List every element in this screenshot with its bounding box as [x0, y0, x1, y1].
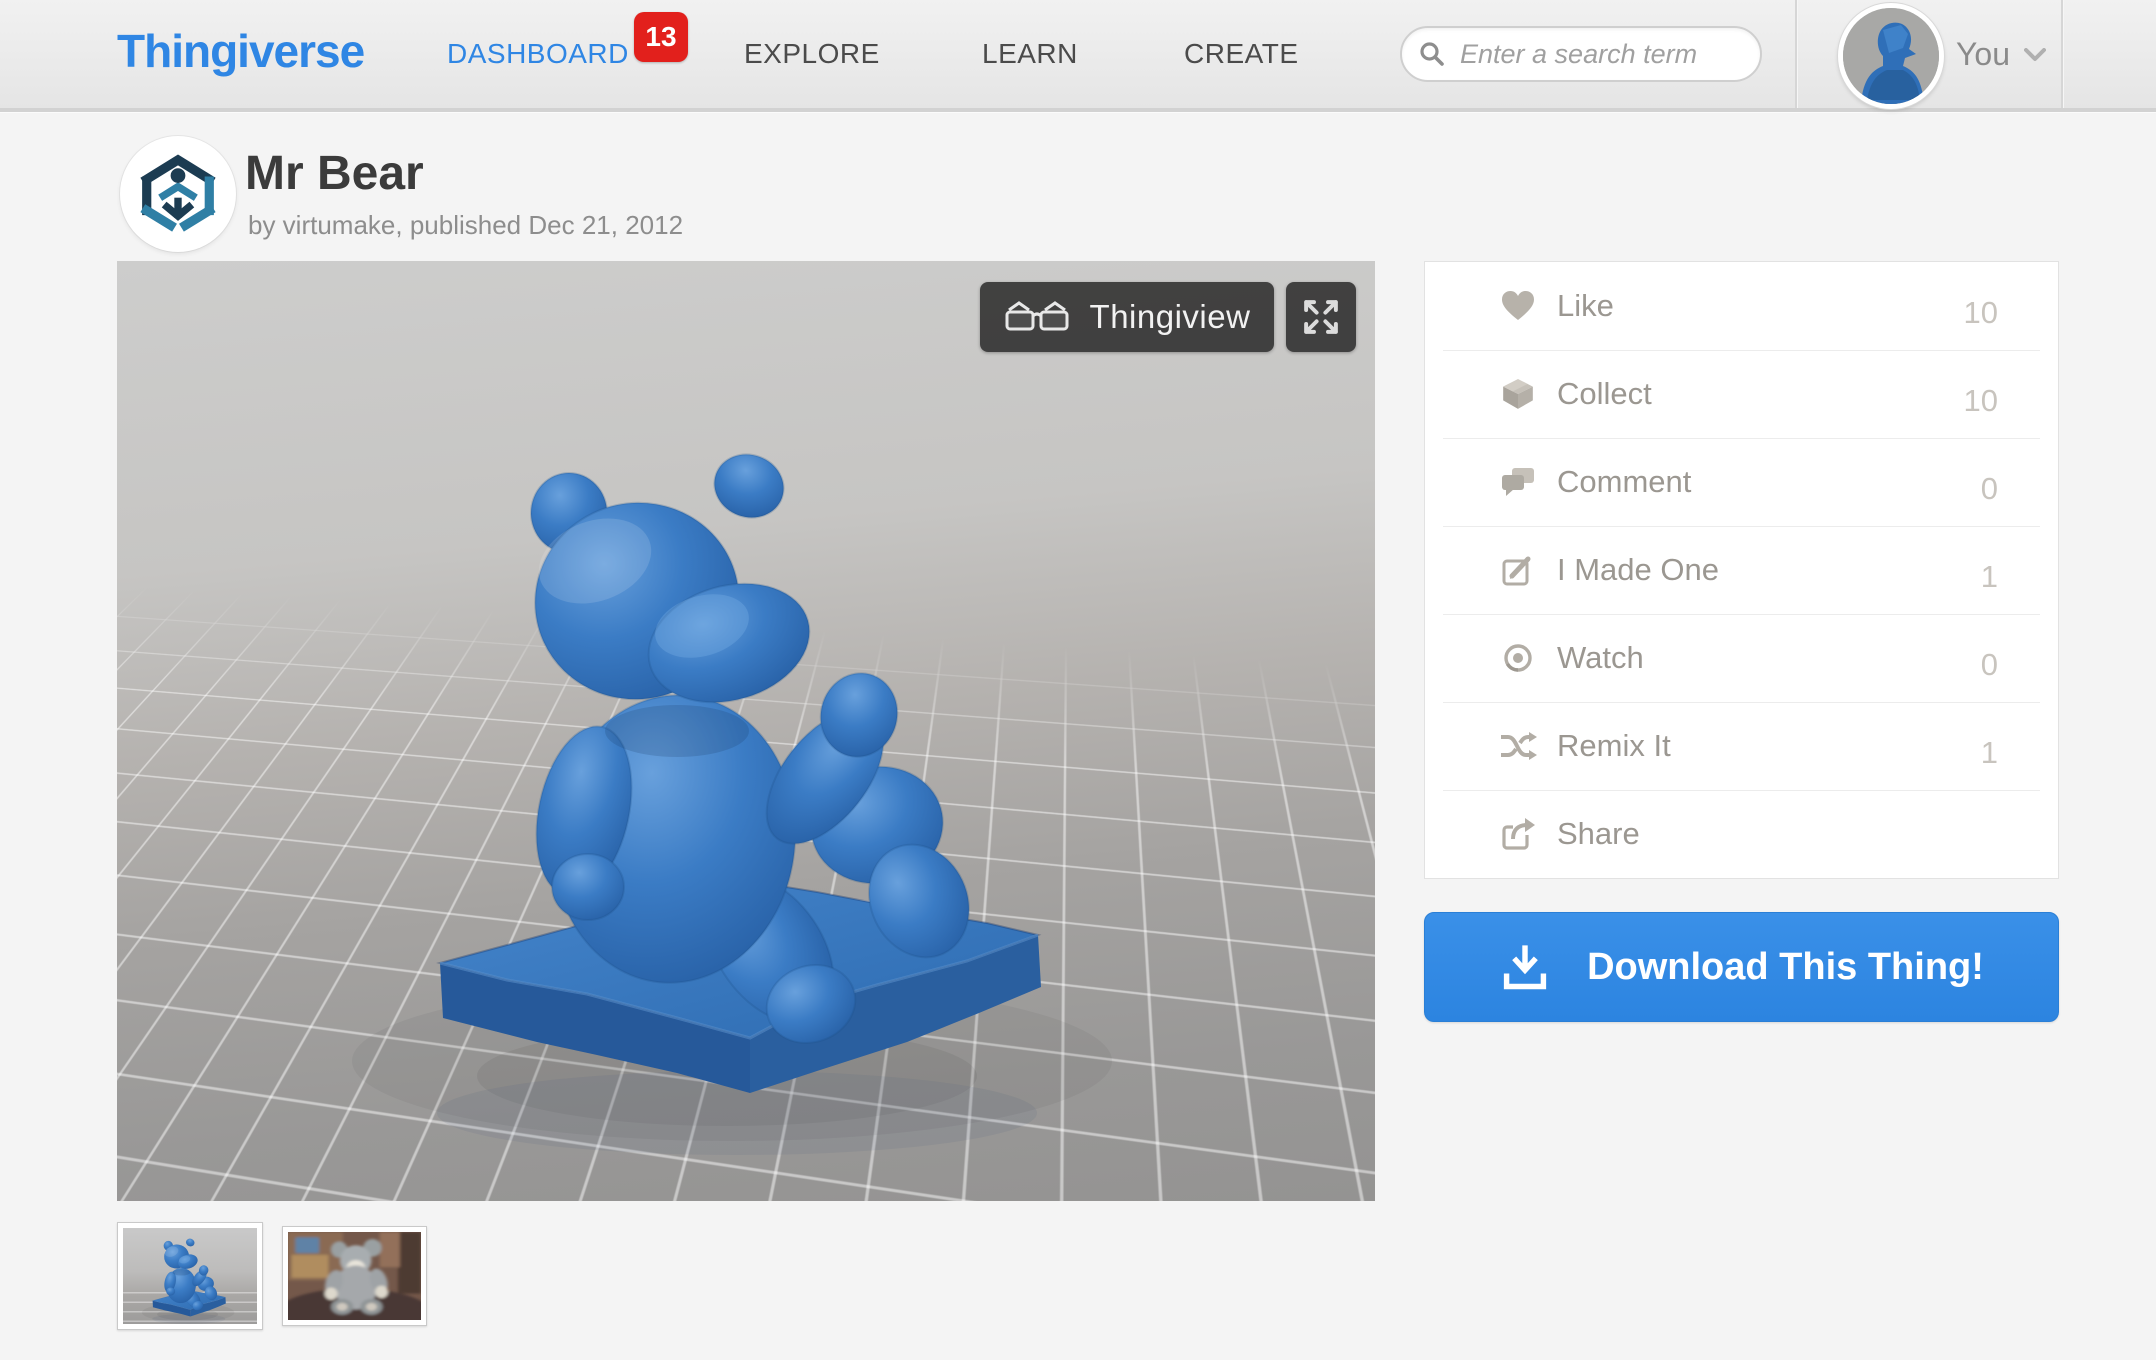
heart-icon: [1497, 289, 1539, 323]
download-icon: [1503, 945, 1547, 990]
search-icon: [1420, 42, 1444, 66]
thingiview-label: Thingiview: [1089, 298, 1251, 335]
action-label: Remix It: [1557, 728, 1671, 763]
action-label: Like: [1557, 288, 1614, 323]
action-label: Comment: [1557, 464, 1692, 499]
action-label: Collect: [1557, 376, 1652, 411]
3d-glasses-icon: [1005, 301, 1069, 331]
edit-pencil-icon: [1497, 553, 1539, 587]
thing-title: Mr Bear: [245, 147, 424, 200]
action-count: 10: [1963, 295, 1998, 330]
action-like[interactable]: Like 10: [1425, 262, 2058, 350]
chevron-down-icon: [2024, 47, 2046, 61]
header-divider: [2061, 0, 2063, 108]
nav-dashboard[interactable]: DASHBOARD: [447, 38, 629, 70]
share-icon: [1497, 817, 1539, 851]
search-input[interactable]: [1458, 37, 1746, 71]
thumbnail-photo-image: [288, 1232, 421, 1320]
thumbnail-render-image: [141, 1237, 235, 1324]
action-comment[interactable]: Comment 0: [1425, 438, 2058, 526]
thingiview-button[interactable]: Thingiview: [980, 282, 1274, 352]
thingiverse-thing-page: Thingiverse DASHBOARD 13 EXPLORE LEARN C…: [0, 0, 2156, 1360]
creator-avatar[interactable]: [120, 136, 236, 252]
nav-explore[interactable]: EXPLORE: [744, 38, 880, 70]
search-box[interactable]: [1400, 26, 1762, 82]
watch-eye-icon: [1497, 641, 1539, 675]
action-count: 0: [1980, 471, 1998, 506]
user-avatar-image: [1843, 8, 1939, 104]
user-menu-label: You: [1956, 36, 2010, 72]
action-collect[interactable]: Collect 10: [1425, 350, 2058, 438]
download-button[interactable]: Download This Thing!: [1424, 912, 2059, 1022]
thingiverse-logo[interactable]: Thingiverse: [117, 24, 365, 78]
action-share[interactable]: Share: [1425, 790, 2058, 878]
action-remix[interactable]: Remix It 1: [1425, 702, 2058, 790]
top-navigation-bar: Thingiverse DASHBOARD 13 EXPLORE LEARN C…: [0, 0, 2156, 112]
user-menu[interactable]: You: [1956, 36, 2046, 73]
thumbnail-photo[interactable]: [282, 1226, 427, 1326]
action-watch[interactable]: Watch 0: [1425, 614, 2058, 702]
remix-shuffle-icon: [1497, 730, 1539, 762]
action-i-made-one[interactable]: I Made One 1: [1425, 526, 2058, 614]
user-avatar[interactable]: [1838, 3, 1944, 109]
virtumake-logo: [140, 154, 216, 232]
dashboard-notification-badge[interactable]: 13: [634, 12, 688, 62]
header-divider: [1795, 0, 1797, 108]
nav-learn[interactable]: LEARN: [982, 38, 1078, 70]
action-count: 1: [1980, 559, 1998, 594]
action-count: 10: [1963, 383, 1998, 418]
download-label: Download This Thing!: [1587, 945, 1984, 988]
comment-bubbles-icon: [1497, 465, 1539, 499]
action-count: 1: [1980, 735, 1998, 770]
thing-actions-panel: Like 10 Collect 10 Comment 0 I Made One …: [1424, 261, 2059, 879]
action-label: Watch: [1557, 640, 1644, 675]
action-label: I Made One: [1557, 552, 1719, 587]
nav-create[interactable]: CREATE: [1184, 38, 1299, 70]
model-render-viewport[interactable]: Thingiview: [117, 261, 1375, 1201]
expand-arrows-icon: [1304, 300, 1338, 334]
thumbnail-render[interactable]: [117, 1222, 263, 1330]
collect-box-icon: [1497, 376, 1539, 412]
action-count: 0: [1980, 647, 1998, 682]
bear-model-render: [350, 443, 1114, 1157]
action-label: Share: [1557, 816, 1640, 851]
thing-byline[interactable]: by virtumake, published Dec 21, 2012: [248, 210, 683, 241]
blue-bust-avatar: [1843, 8, 1939, 104]
fullscreen-button[interactable]: [1286, 282, 1356, 352]
